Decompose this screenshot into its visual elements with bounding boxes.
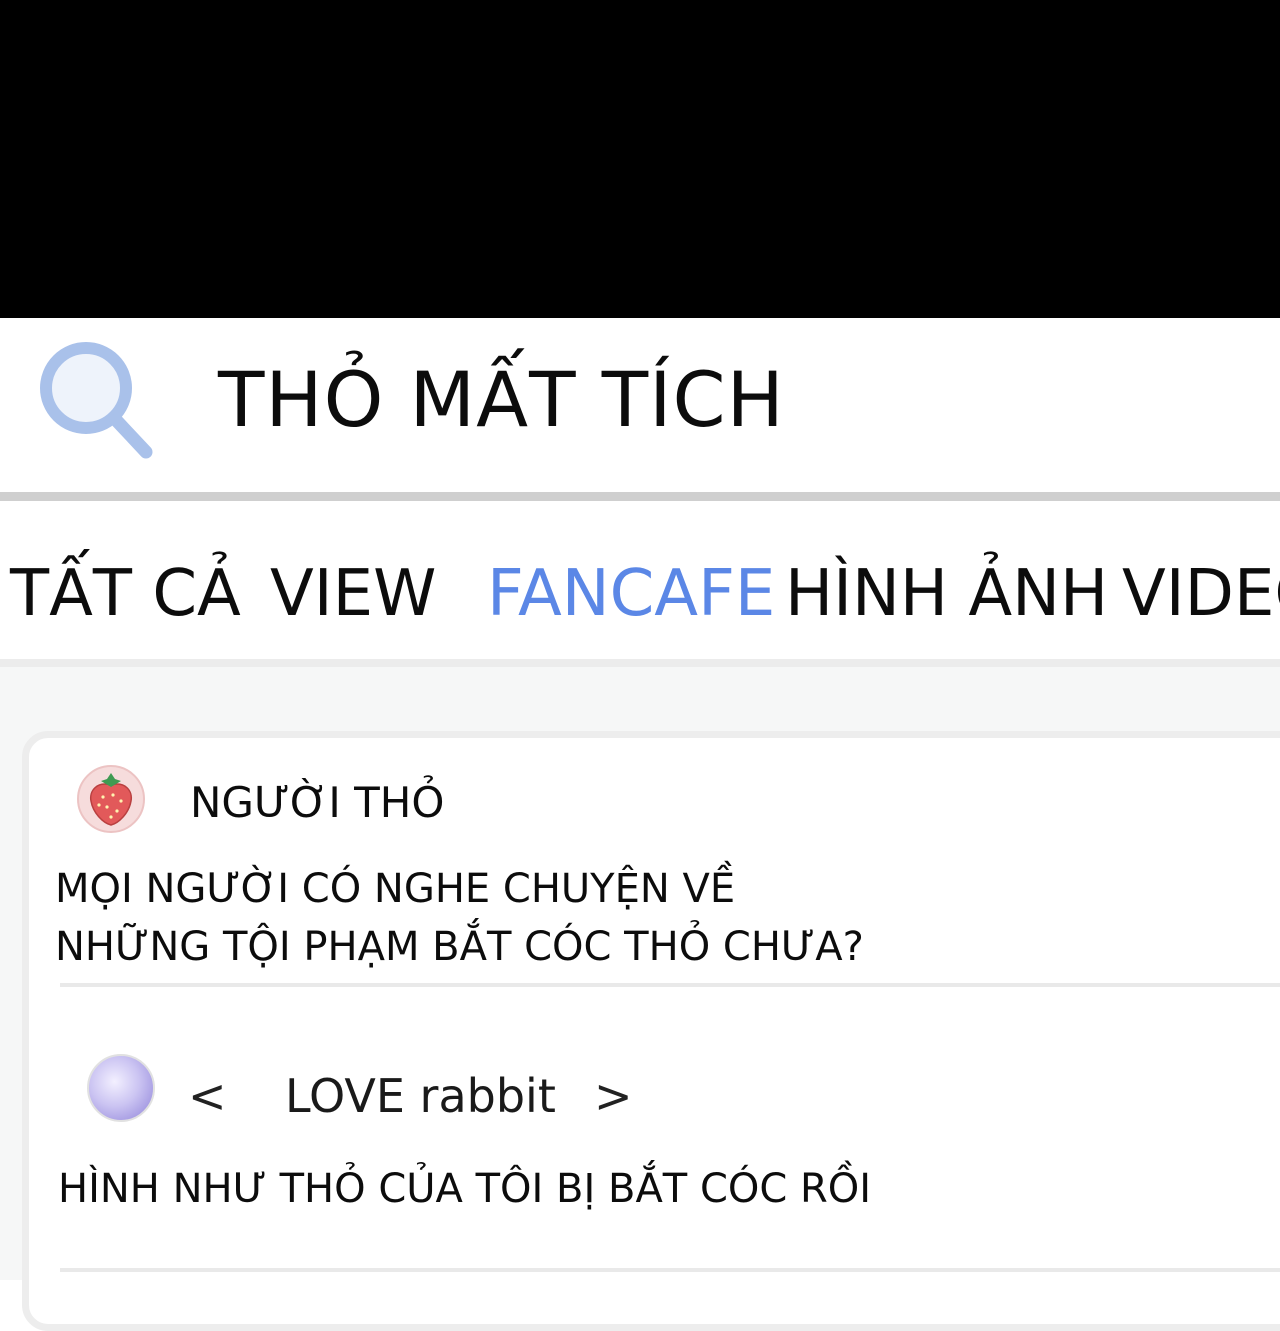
tab-all[interactable]: TẤT CẢ	[10, 552, 241, 636]
search-icon[interactable]	[34, 338, 158, 462]
row-divider	[60, 1268, 1280, 1272]
tab-view[interactable]: VIEW	[270, 552, 436, 636]
search-query-text[interactable]: THỎ MẤT TÍCH	[218, 350, 785, 450]
post-line: NHỮNG TỘI PHẠM BẮT CÓC THỎ CHƯA?	[55, 924, 864, 970]
search-divider	[0, 492, 1280, 501]
post-text[interactable]: MỌI NGƯỜI CÓ NGHE CHUYỆN VỀ NHỮNG TỘI PH…	[55, 860, 864, 976]
flower-avatar[interactable]	[87, 1054, 155, 1122]
top-black-band	[0, 0, 1280, 318]
chevron-right-icon[interactable]: >	[594, 1068, 633, 1124]
post-line: MỌI NGƯỜI CÓ NGHE CHUYỆN VỀ	[55, 866, 736, 912]
tab-divider	[0, 659, 1280, 667]
author-name[interactable]: NGƯỜI THỎ	[190, 775, 444, 831]
tab-images[interactable]: HÌNH ẢNH	[785, 552, 1108, 636]
strawberry-icon	[89, 773, 133, 826]
post-text[interactable]: HÌNH NHƯ THỎ CỦA TÔI BỊ BẮT CÓC RỒI	[58, 1160, 871, 1218]
chevron-left-icon[interactable]: <	[188, 1068, 227, 1124]
post-line: HÌNH NHƯ THỎ CỦA TÔI BỊ BẮT CÓC RỒI	[58, 1166, 872, 1212]
row-divider	[60, 983, 1280, 987]
strawberry-avatar[interactable]	[77, 765, 145, 833]
tab-video[interactable]: VIDEO	[1122, 552, 1280, 636]
tab-fancafe[interactable]: FANCAFE	[487, 552, 775, 636]
author-name[interactable]: LOVE rabbit	[285, 1068, 556, 1124]
